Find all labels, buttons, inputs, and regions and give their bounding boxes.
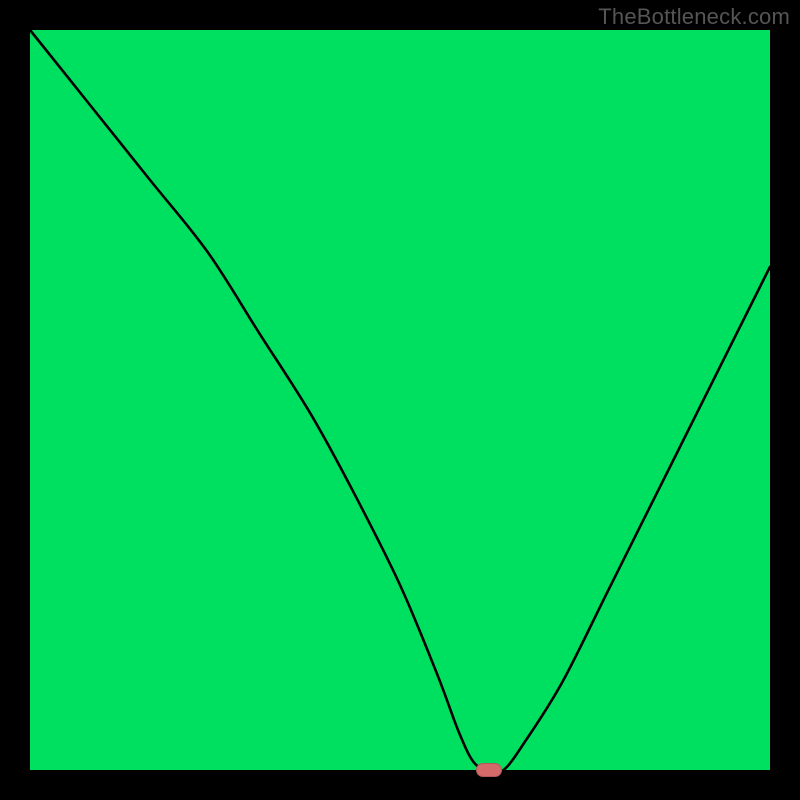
optimal-marker-icon	[476, 763, 502, 777]
plot-area	[30, 30, 770, 770]
bottleneck-curve-path	[30, 30, 770, 772]
watermark-text: TheBottleneck.com	[598, 4, 790, 30]
curve-svg	[30, 30, 770, 770]
chart-frame: TheBottleneck.com	[0, 0, 800, 800]
